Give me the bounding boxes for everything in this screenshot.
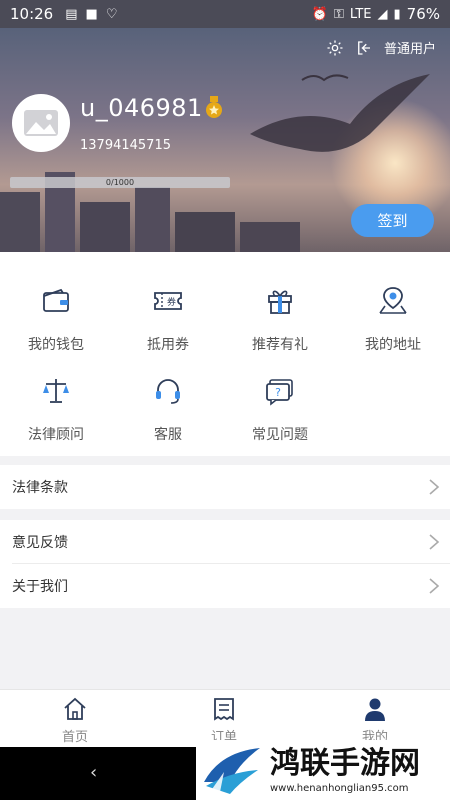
chevron-right-icon xyxy=(429,479,440,495)
grid-item-label: 我的钱包 xyxy=(28,337,84,353)
grid-item-label: 抵用券 xyxy=(147,337,189,353)
profile-header: 普通用户 u_046981 13794145715 0/1000 签到 xyxy=(0,28,450,252)
grid-item-label: 法律顾问 xyxy=(28,427,84,443)
grid-item-referral[interactable]: 推荐有礼 xyxy=(224,274,336,364)
grid-item-address[interactable]: 我的地址 xyxy=(337,274,449,364)
bottom-tab-bar: 首页 订单 我的 xyxy=(0,689,450,747)
tab-label: 首页 xyxy=(61,730,88,745)
tab-profile[interactable]: 我的 xyxy=(335,696,415,745)
profile-icon xyxy=(365,698,385,721)
battery-icon: ▮ xyxy=(393,6,401,22)
list-item-label: 关于我们 xyxy=(12,579,68,595)
watermark-title: 鸿联手游网 xyxy=(270,745,420,781)
signal-icon: ◢ xyxy=(377,6,388,22)
tab-home[interactable]: 首页 xyxy=(35,696,115,745)
battery-percent: 76% xyxy=(406,5,440,23)
list-item-feedback[interactable]: 意见反馈 xyxy=(0,520,450,564)
list-item-legal-terms[interactable]: 法律条款 xyxy=(0,465,450,509)
grid-item-faq[interactable]: ? 常见问题 xyxy=(224,364,336,454)
coupon-icon: 券 xyxy=(154,292,182,310)
list-item-about[interactable]: 关于我们 xyxy=(0,564,450,608)
chevron-right-icon xyxy=(429,534,440,550)
notification-icon: ▤ xyxy=(65,6,78,22)
avatar[interactable] xyxy=(12,94,70,152)
watermark: 鸿联手游网 www.henanhonglian95.com xyxy=(196,740,450,800)
grid-item-label: 常见问题 xyxy=(252,427,308,443)
phone-number: 13794145715 xyxy=(80,138,171,153)
heart-icon: ♡ xyxy=(105,6,118,22)
signin-button[interactable]: 签到 xyxy=(351,204,434,237)
alarm-icon: ⏰ xyxy=(311,6,328,22)
logout-icon[interactable] xyxy=(354,39,374,57)
user-type-label: 普通用户 xyxy=(383,42,436,57)
status-time: 10:26 xyxy=(10,5,54,23)
bird-small xyxy=(301,74,349,82)
grid-item-label: 我的地址 xyxy=(365,337,421,353)
svg-text:?: ? xyxy=(275,386,281,399)
wallet-icon xyxy=(43,288,69,312)
watermark-text: 鸿联手游网 www.henanhonglian95.com xyxy=(270,745,420,794)
tab-orders[interactable]: 订单 xyxy=(184,696,264,745)
network-label: LTE xyxy=(349,6,372,22)
chevron-right-icon xyxy=(429,578,440,594)
headset-icon xyxy=(156,379,180,404)
grid-item-customer-service[interactable]: 客服 xyxy=(112,364,224,454)
grid-item-label: 客服 xyxy=(154,427,182,443)
orders-icon xyxy=(214,698,234,721)
gift-icon xyxy=(268,290,292,314)
list-item-label: 意见反馈 xyxy=(12,535,68,551)
list-item-label: 法律条款 xyxy=(12,480,68,496)
watermark-url: www.henanhonglian95.com xyxy=(270,782,409,794)
avatar-placeholder-icon xyxy=(14,96,68,150)
feature-grid: 我的钱包 券 抵用券 推荐有礼 我的地址 法律顾问 客服 ? 常见问题 xyxy=(0,252,450,456)
grid-item-coupon[interactable]: 券 抵用券 xyxy=(112,274,224,364)
gear-icon[interactable] xyxy=(326,39,344,57)
grid-item-wallet[interactable]: 我的钱包 xyxy=(0,274,112,364)
grid-item-label: 推荐有礼 xyxy=(252,337,308,353)
svg-text:券: 券 xyxy=(167,296,176,308)
username: u_046981 xyxy=(80,94,203,122)
points-progress-bar: 0/1000 xyxy=(10,177,230,188)
back-icon[interactable]: ‹ xyxy=(90,762,97,783)
header-actions: 普通用户 xyxy=(326,38,436,57)
watermark-logo xyxy=(204,748,260,794)
home-icon xyxy=(64,697,86,720)
location-icon xyxy=(379,287,407,314)
medal-icon xyxy=(206,96,222,118)
status-bar: 10:26 ▤ ■ ♡ ⏰ ⚿ LTE ◢ ▮ 76% xyxy=(0,0,450,28)
grid-item-legal-advisor[interactable]: 法律顾问 xyxy=(0,364,112,454)
status-right: ⏰ ⚿ LTE ◢ ▮ 76% xyxy=(312,5,440,23)
scales-icon xyxy=(43,379,69,403)
progress-text: 0/1000 xyxy=(105,178,135,187)
key-icon: ⚿ xyxy=(333,6,344,22)
faq-icon: ? xyxy=(266,379,293,406)
app-icon: ■ xyxy=(85,6,98,22)
